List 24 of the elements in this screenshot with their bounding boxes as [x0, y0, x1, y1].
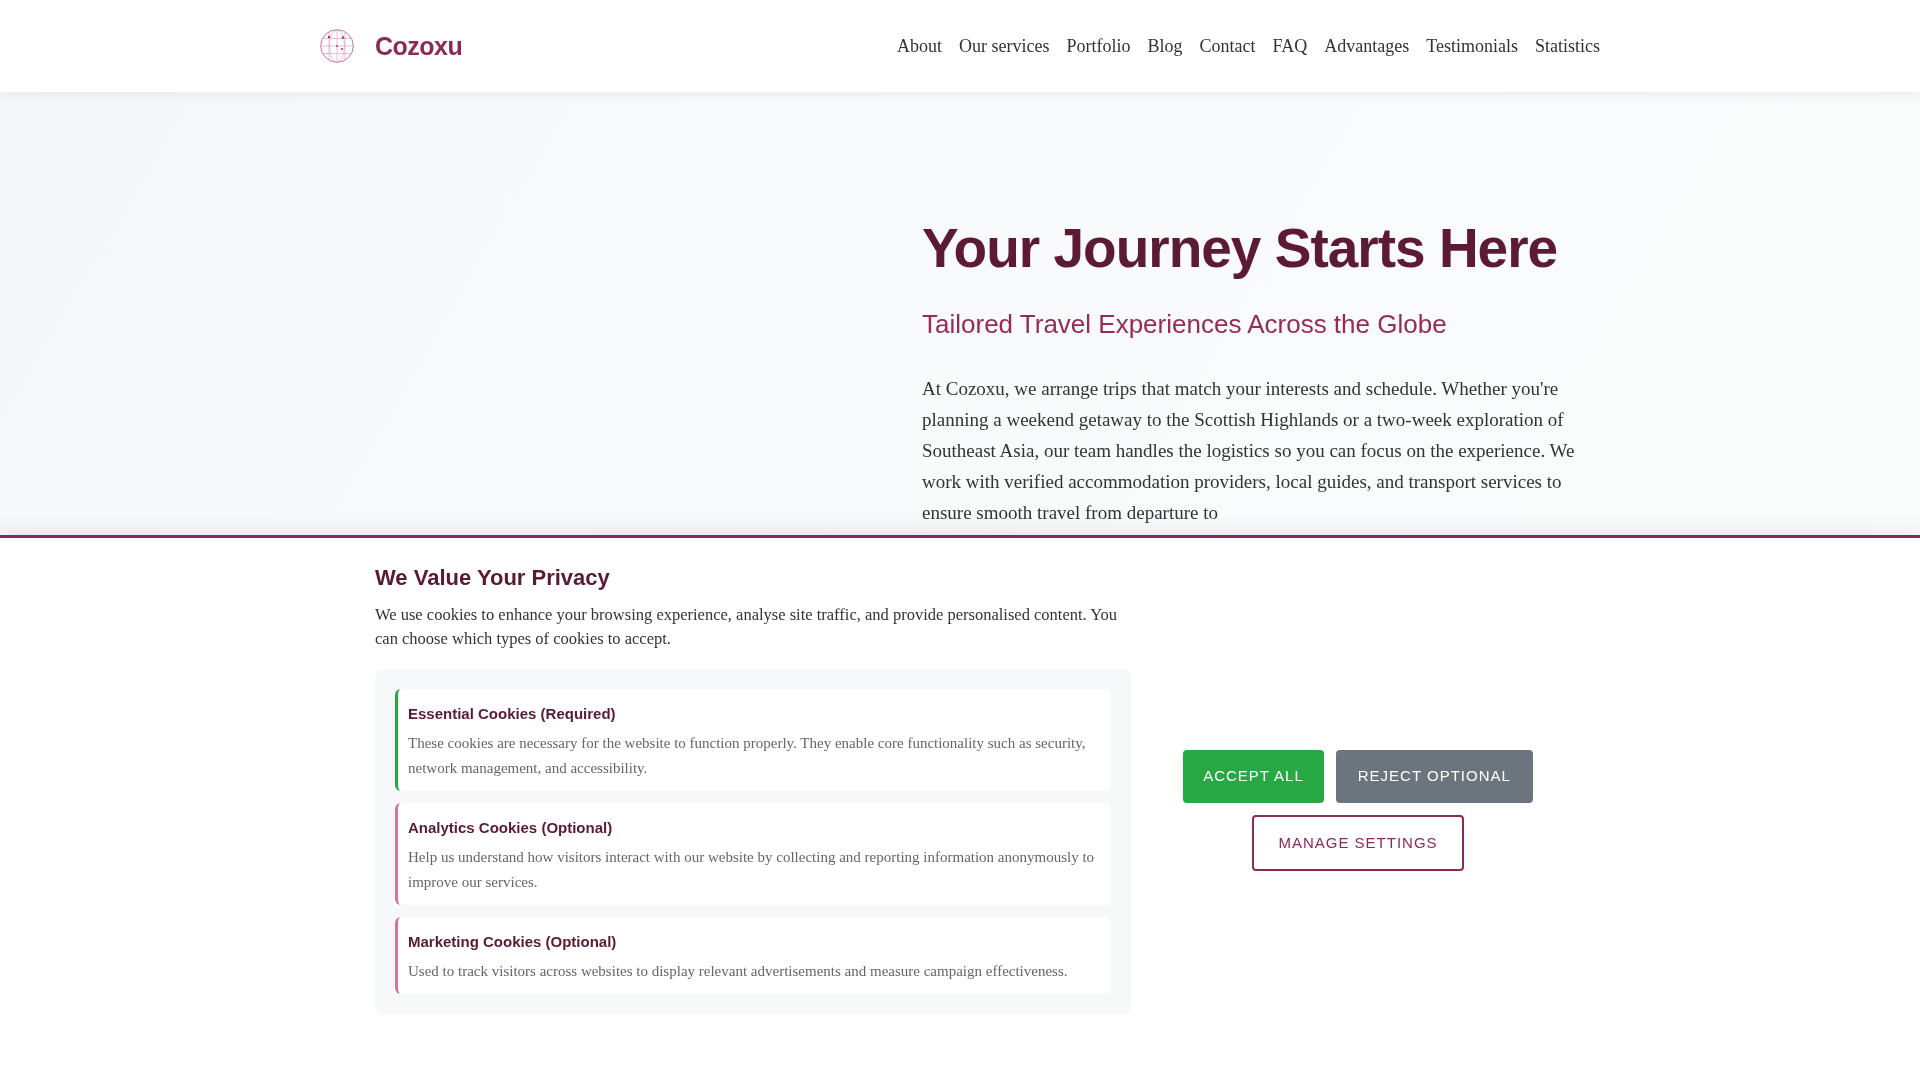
nav-link[interactable]: About [897, 35, 943, 57]
hero-paragraph: At Cozoxu, we arrange trips that match your interests and schedule. Whether you're planning a weekend getaway to the Scottish Highlands or a two-week exploration of Southeast Asia, our team handles the logistics so you can focus on the experience. We work with verified accommodation providers, local guides, and transport services to ensure smooth travel from departure to [922, 377, 1576, 525]
cookie-banner-title: We Value Your Privacy [375, 564, 611, 592]
nav-link[interactable]: Advantages [1324, 35, 1410, 57]
reject-button[interactable]: REJECT OPTIONAL [1335, 749, 1533, 803]
nav-link[interactable]: Testimonials [1426, 35, 1518, 57]
nav-link[interactable]: Blog [1147, 35, 1183, 57]
cookie-category-title: Essential Cookies (Required) [408, 704, 617, 724]
cookie-category-title: Marketing Cookies (Optional) [408, 932, 618, 952]
cookie-category-title: Analytics Cookies (Optional) [408, 818, 614, 838]
nav-link[interactable]: Portfolio [1066, 35, 1131, 57]
nav-link[interactable]: Our services [959, 35, 1050, 57]
cookie-category-description: Used to track visitors across websites to display relevant advertisements and measure campaign effectiveness. [408, 962, 1069, 981]
brand-name[interactable]: Cozoxu [375, 31, 463, 61]
hero-subtitle: Tailored Travel Experiences Across the Globe [922, 308, 1448, 341]
settings-button[interactable]: MANAGE SETTINGS [1252, 814, 1464, 871]
nav-link[interactable]: FAQ [1272, 35, 1308, 57]
cookie-category-description: Help us understand how visitors interact with our website by collecting and reporting information anonymously to improve our services. [408, 848, 1096, 892]
nav-link[interactable]: Contact [1199, 35, 1256, 57]
cookie-banner-description: We use cookies to enhance your browsing experience, analyse site traffic, and provide personalised content. You can choose which types of cookies to accept. [375, 604, 1119, 650]
nav-link[interactable]: Statistics [1535, 35, 1600, 57]
globe-icon [320, 29, 354, 63]
cookie-category-description: These cookies are necessary for the website to function properly. They enable core functionality such as security, network management, and accessibility. [408, 734, 1087, 778]
hero-title: Your Journey Starts Here [922, 216, 1559, 281]
